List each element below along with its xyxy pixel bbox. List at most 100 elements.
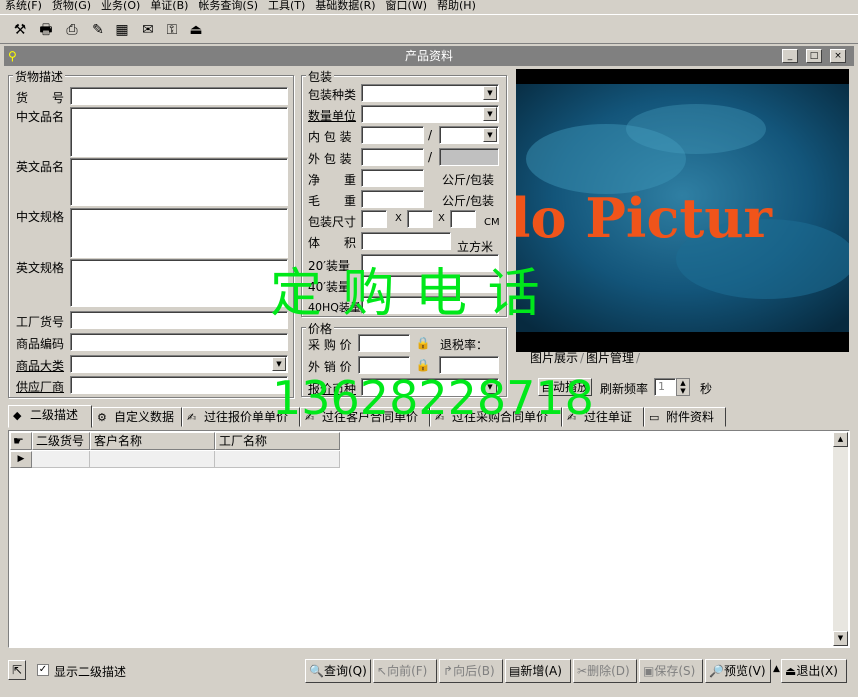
printer-setup-icon[interactable]: ⎙	[62, 20, 82, 40]
auto-play-button[interactable]: 自动播放	[538, 378, 593, 396]
expand-icon[interactable]: ⇱	[8, 660, 26, 680]
goods-description-title: 货物描述	[13, 68, 66, 85]
pack-height-input[interactable]	[450, 210, 476, 228]
mail-icon[interactable]: ✉	[138, 20, 158, 40]
purchase-price-input[interactable]	[358, 334, 410, 352]
supplier-label[interactable]: 供应厂商	[16, 378, 64, 395]
column-header[interactable]: 二级货号	[32, 432, 90, 450]
net-weight-unit: 公斤/包装	[442, 173, 495, 187]
chevron-down-icon[interactable]: ▼	[483, 128, 497, 142]
delete-button[interactable]: ✂删除(D)	[573, 659, 637, 683]
pack-width-input[interactable]	[407, 210, 433, 228]
category-select[interactable]: ▼	[70, 355, 288, 373]
tab-past-documents[interactable]: ✍ 过往单证	[562, 407, 644, 427]
qty-unit-select[interactable]: ▼	[361, 105, 499, 123]
close-button[interactable]: ×	[830, 49, 846, 63]
column-header[interactable]: 客户名称	[90, 432, 215, 450]
chevron-down-icon[interactable]: ▼	[483, 107, 497, 121]
query-button[interactable]: 🔍查询(Q)	[305, 659, 371, 683]
toolbar: ⚒ 🖶 ⎙ ✎ ▦ ✉ ⚿ ⏏	[0, 14, 858, 44]
menu-goods[interactable]: 货物(G)	[47, 0, 96, 13]
tab-photo-show[interactable]: 图片展示	[530, 352, 578, 365]
menu-basic-data[interactable]: 基础数据(R)	[310, 0, 380, 13]
tab-past-quote-price[interactable]: ✍ 过往报价单单价	[182, 407, 300, 427]
maximize-button[interactable]: □	[806, 49, 822, 63]
lock-icon[interactable]: 🔒	[414, 334, 432, 352]
tab-photo-manage[interactable]: 图片管理	[586, 352, 634, 365]
chevron-down-icon[interactable]: ▼	[483, 86, 497, 100]
gross-weight-label: 毛 重	[308, 194, 357, 208]
chevron-down-icon[interactable]: ▼	[272, 357, 286, 371]
en-spec-input[interactable]	[70, 259, 288, 307]
qty-unit-label[interactable]: 数量单位	[308, 107, 356, 124]
quote-currency-select[interactable]: ▼	[361, 378, 499, 396]
menu-system[interactable]: 系统(F)	[0, 0, 47, 13]
menu-tools[interactable]: 工具(T)	[263, 0, 310, 13]
outer-pack-input[interactable]	[361, 148, 424, 166]
load40hq-input[interactable]	[361, 296, 499, 314]
table-cell[interactable]	[90, 451, 215, 468]
menu-business[interactable]: 业务(O)	[96, 0, 145, 13]
packing-title: 包装	[306, 68, 335, 85]
next-button[interactable]: ↱向后(B)	[439, 659, 503, 683]
inner-pack-input[interactable]	[361, 126, 424, 144]
photo-text: lo Pictur	[516, 186, 773, 250]
load20-input[interactable]	[361, 254, 499, 272]
pack-type-select[interactable]: ▼	[361, 84, 499, 102]
menu-accounts[interactable]: 帐务查询(S)	[193, 0, 263, 13]
table-cell[interactable]	[32, 451, 90, 468]
lock-icon[interactable]: 🔒	[414, 356, 432, 374]
calculator-icon[interactable]: ▦	[112, 20, 132, 40]
category-label[interactable]: 商品大类	[16, 357, 64, 374]
factory-no-input[interactable]	[70, 311, 288, 329]
grid-corner-icon: ☛	[10, 432, 32, 450]
save-button[interactable]: ▣保存(S)	[639, 659, 703, 683]
column-header[interactable]: 工厂名称	[215, 432, 340, 450]
vertical-scrollbar[interactable]: ▲ ▼	[833, 432, 848, 646]
scroll-down-icon[interactable]: ▼	[833, 631, 848, 646]
gross-weight-input[interactable]	[361, 190, 424, 208]
inner-pack-unit-select[interactable]: ▼	[439, 126, 499, 144]
prev-button[interactable]: ↖向前(F)	[373, 659, 437, 683]
dropdown-arrow-icon[interactable]: ▲	[773, 664, 780, 674]
tab-past-purchase-contract-price[interactable]: ✍ 过往采购合同单价	[430, 407, 562, 427]
refresh-rate-spinner[interactable]: ▲ ▼	[676, 378, 690, 396]
edit-icon[interactable]: ✎	[88, 20, 108, 40]
supplier-input[interactable]	[70, 376, 288, 394]
preview-button[interactable]: 🔎预览(V)	[705, 659, 771, 683]
tab-attachments[interactable]: ▭ 附件资料	[644, 407, 726, 427]
net-weight-input[interactable]	[361, 169, 424, 187]
minimize-button[interactable]: _	[782, 49, 798, 63]
key-icon[interactable]: ⚿	[162, 20, 182, 40]
print-icon[interactable]: 🖶	[36, 20, 56, 40]
tab-secondary-desc[interactable]: ◆ 二级描述	[8, 405, 92, 428]
photo-image: lo Pictur	[510, 84, 856, 332]
tab-past-customer-contract-price[interactable]: ✍ 过往客户合同单价	[300, 407, 430, 427]
quote-currency-label[interactable]: 报价币种	[308, 380, 356, 397]
en-name-input[interactable]	[70, 158, 288, 206]
exit-door-icon[interactable]: ⏏	[186, 20, 206, 40]
volume-input[interactable]	[361, 232, 451, 250]
outer-pack-label: 外 包 装	[308, 152, 352, 166]
sale-price-input[interactable]	[358, 356, 410, 374]
table-cell[interactable]	[215, 451, 340, 468]
menu-window[interactable]: 窗口(W)	[381, 0, 432, 13]
pack-length-input[interactable]	[361, 210, 387, 228]
cn-name-input[interactable]	[70, 107, 288, 157]
load40-input[interactable]	[361, 275, 499, 293]
arrow-left-icon: ↖	[377, 664, 388, 678]
item-no-input[interactable]	[70, 87, 288, 105]
tax-refund-input[interactable]	[439, 356, 499, 374]
product-code-input[interactable]	[70, 333, 288, 351]
scroll-up-icon[interactable]: ▲	[833, 432, 848, 447]
chevron-down-icon[interactable]: ▼	[483, 380, 497, 394]
menu-help[interactable]: 帮助(H)	[432, 0, 481, 13]
refresh-rate-input[interactable]: 1	[654, 378, 676, 396]
tools-icon[interactable]: ⚒	[10, 20, 30, 40]
menu-documents[interactable]: 单证(B)	[145, 0, 193, 13]
cn-spec-input[interactable]	[70, 208, 288, 258]
show-secondary-checkbox[interactable]: ✓	[37, 664, 49, 676]
add-button[interactable]: ▤新增(A)	[505, 659, 571, 683]
tab-custom-data[interactable]: ⚙ 自定义数据	[92, 407, 182, 427]
exit-button[interactable]: ⏏退出(X)	[781, 659, 847, 683]
